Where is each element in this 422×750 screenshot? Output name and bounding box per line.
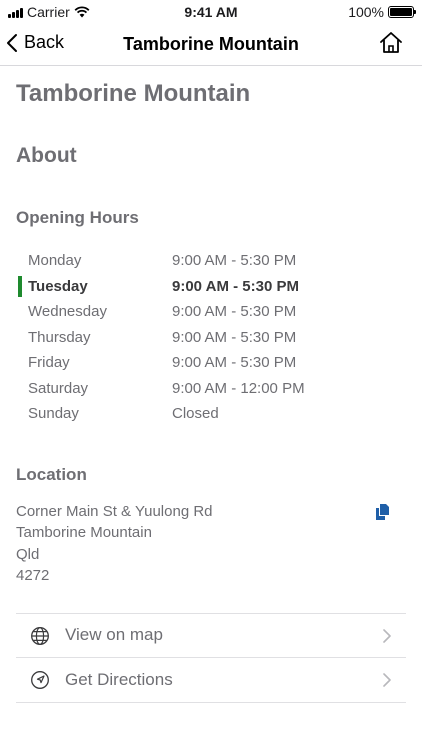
get-directions-button[interactable]: Get Directions bbox=[16, 658, 406, 703]
time-label: 9:00 AM - 5:30 PM bbox=[172, 328, 297, 346]
opening-hours-heading: Opening Hours bbox=[16, 208, 139, 227]
day-label: Friday bbox=[28, 354, 70, 372]
view-on-map-label: View on map bbox=[65, 625, 163, 645]
globe-icon bbox=[31, 626, 49, 645]
hours-row-tuesday: Tuesday 9:00 AM - 5:30 PM bbox=[16, 274, 406, 300]
day-label: Wednesday bbox=[28, 303, 107, 321]
time-label: 9:00 AM - 5:30 PM bbox=[172, 354, 297, 372]
time-label: 9:00 AM - 5:30 PM bbox=[172, 277, 299, 295]
copy-icon[interactable] bbox=[374, 503, 392, 521]
day-label: Tuesday bbox=[28, 277, 88, 295]
navigation-arrow-icon bbox=[31, 671, 49, 689]
address-line: Tamborine Mountain bbox=[16, 524, 152, 541]
address-block: Corner Main St & Yuulong Rd Tamborine Mo… bbox=[16, 501, 406, 587]
page-title: Tamborine Mountain bbox=[16, 80, 251, 107]
back-label: Back bbox=[24, 32, 65, 52]
location-heading: Location bbox=[16, 464, 87, 484]
chevron-right-icon bbox=[383, 628, 391, 643]
time-label: Closed bbox=[172, 405, 219, 423]
day-label: Sunday bbox=[28, 405, 79, 423]
hours-row-monday: Monday 9:00 AM - 5:30 PM bbox=[16, 248, 406, 274]
hours-row-friday: Friday 9:00 AM - 5:30 PM bbox=[16, 350, 406, 376]
status-right: 100% bbox=[348, 4, 416, 20]
day-label: Monday bbox=[28, 252, 82, 270]
opening-hours-list: Monday 9:00 AM - 5:30 PM Tuesday 9:00 AM… bbox=[16, 248, 406, 427]
time-label: 9:00 AM - 12:00 PM bbox=[172, 379, 305, 397]
navigation-bar: Back Tamborine Mountain bbox=[0, 24, 422, 66]
hours-row-wednesday: Wednesday 9:00 AM - 5:30 PM bbox=[16, 299, 406, 325]
view-on-map-button[interactable]: View on map bbox=[16, 614, 406, 658]
time-label: 9:00 AM - 5:30 PM bbox=[172, 252, 297, 270]
battery-icon bbox=[388, 6, 416, 18]
main-content: Tamborine Mountain About Opening Hours M… bbox=[16, 66, 406, 703]
chevron-right-icon bbox=[383, 673, 391, 687]
day-label: Thursday bbox=[28, 328, 91, 346]
address-line: Corner Main St & Yuulong Rd bbox=[16, 502, 213, 520]
address-line: Qld bbox=[16, 545, 40, 563]
about-heading: About bbox=[16, 144, 77, 167]
time-label: 9:00 AM - 5:30 PM bbox=[172, 303, 297, 321]
status-bar: Carrier 9:41 AM 100% bbox=[0, 0, 422, 24]
hours-row-saturday: Saturday 9:00 AM - 12:00 PM bbox=[16, 376, 406, 402]
back-button[interactable]: Back bbox=[6, 32, 64, 53]
get-directions-label: Get Directions bbox=[65, 669, 173, 689]
address-postcode: 4272 bbox=[16, 567, 50, 584]
home-icon[interactable] bbox=[378, 30, 404, 56]
location-actions: View on map Get Directions bbox=[16, 612, 406, 703]
chevron-left-icon bbox=[7, 33, 17, 52]
hours-row-thursday: Thursday 9:00 AM - 5:30 PM bbox=[16, 325, 406, 351]
battery-percent: 100% bbox=[348, 4, 384, 20]
hours-row-sunday: Sunday Closed bbox=[16, 401, 406, 427]
day-label: Saturday bbox=[28, 379, 89, 397]
today-marker bbox=[18, 275, 22, 297]
